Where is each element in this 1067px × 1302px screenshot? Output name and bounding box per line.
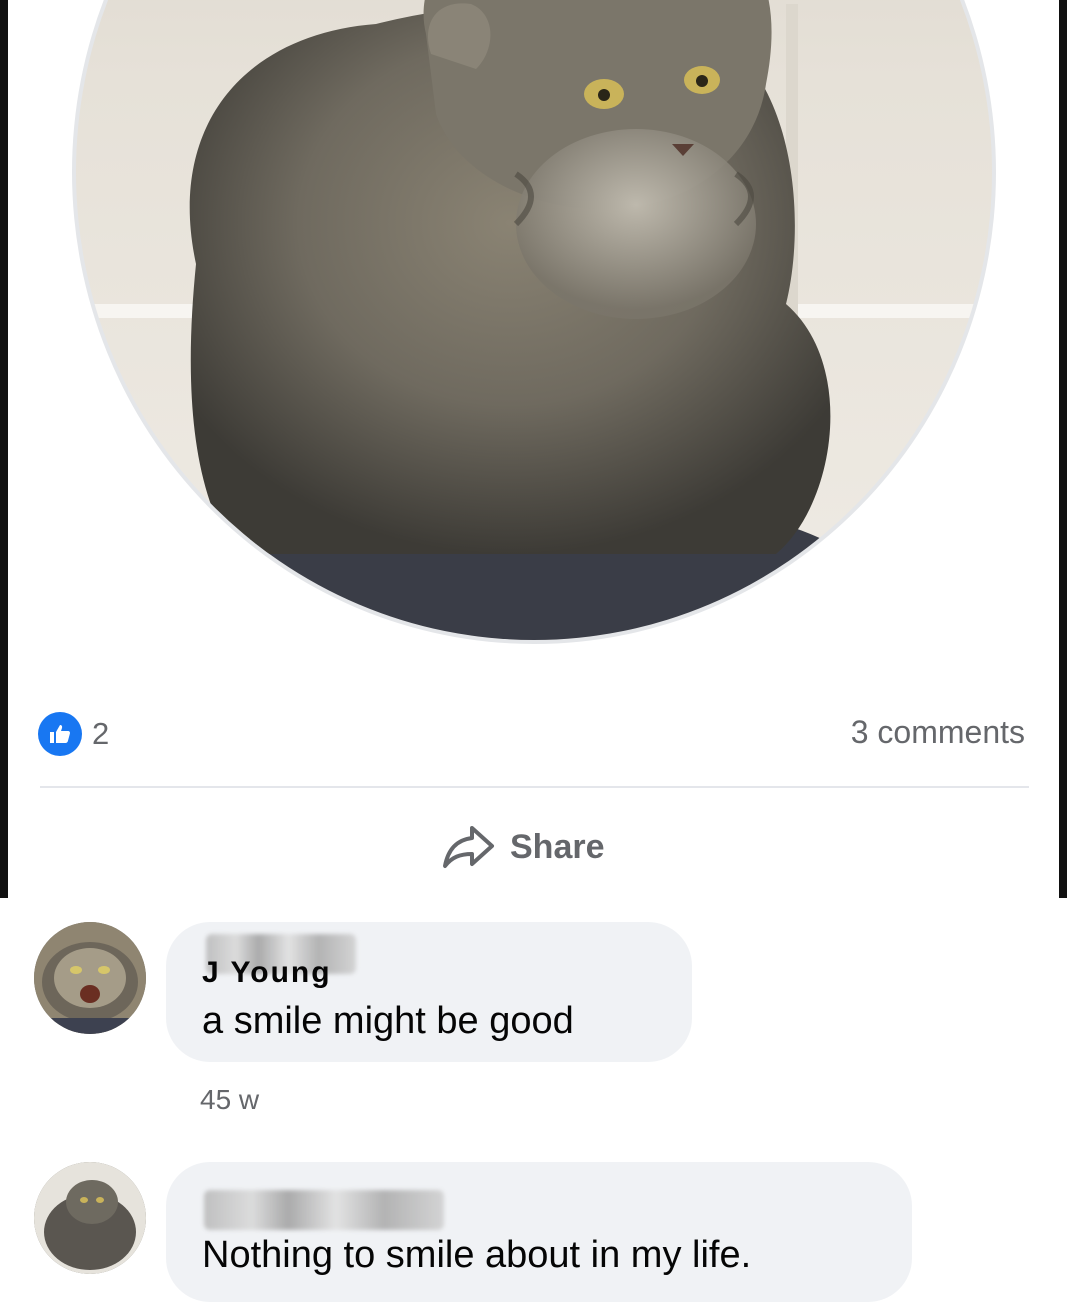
comments-count-link[interactable]: 3 comments: [851, 714, 1025, 751]
comment-timestamp[interactable]: 45 w: [200, 1084, 259, 1116]
cat-chest: [516, 129, 756, 319]
cat-photo: [189, 0, 866, 640]
profile-photo[interactable]: [72, 0, 996, 644]
author-redaction: [204, 1190, 444, 1230]
comment-text: a smile might be good: [202, 1000, 574, 1042]
avatar[interactable]: [34, 1162, 146, 1274]
share-button[interactable]: Share: [440, 820, 605, 874]
like-count: 2: [92, 716, 110, 751]
divider: [40, 786, 1029, 788]
comment-text: Nothing to smile about in my life.: [202, 1234, 752, 1276]
comment-author[interactable]: J Young: [202, 956, 332, 990]
avatar[interactable]: [34, 922, 146, 1034]
comment-bubble[interactable]: J Young a smile might be good: [166, 922, 692, 1062]
share-label: Share: [510, 827, 605, 866]
comment-bubble[interactable]: Nothing to smile about in my life.: [166, 1162, 912, 1302]
frame-edge-left: [0, 0, 8, 898]
share-icon: [443, 826, 494, 868]
cat-avatar-image: [34, 922, 146, 1034]
frame-edge-right: [1059, 0, 1067, 898]
reactions-summary[interactable]: 2: [38, 712, 109, 756]
cat-avatar-image: [34, 1162, 146, 1274]
post-panel: 2 3 comments Share: [0, 0, 1067, 898]
like-icon: [38, 712, 82, 756]
